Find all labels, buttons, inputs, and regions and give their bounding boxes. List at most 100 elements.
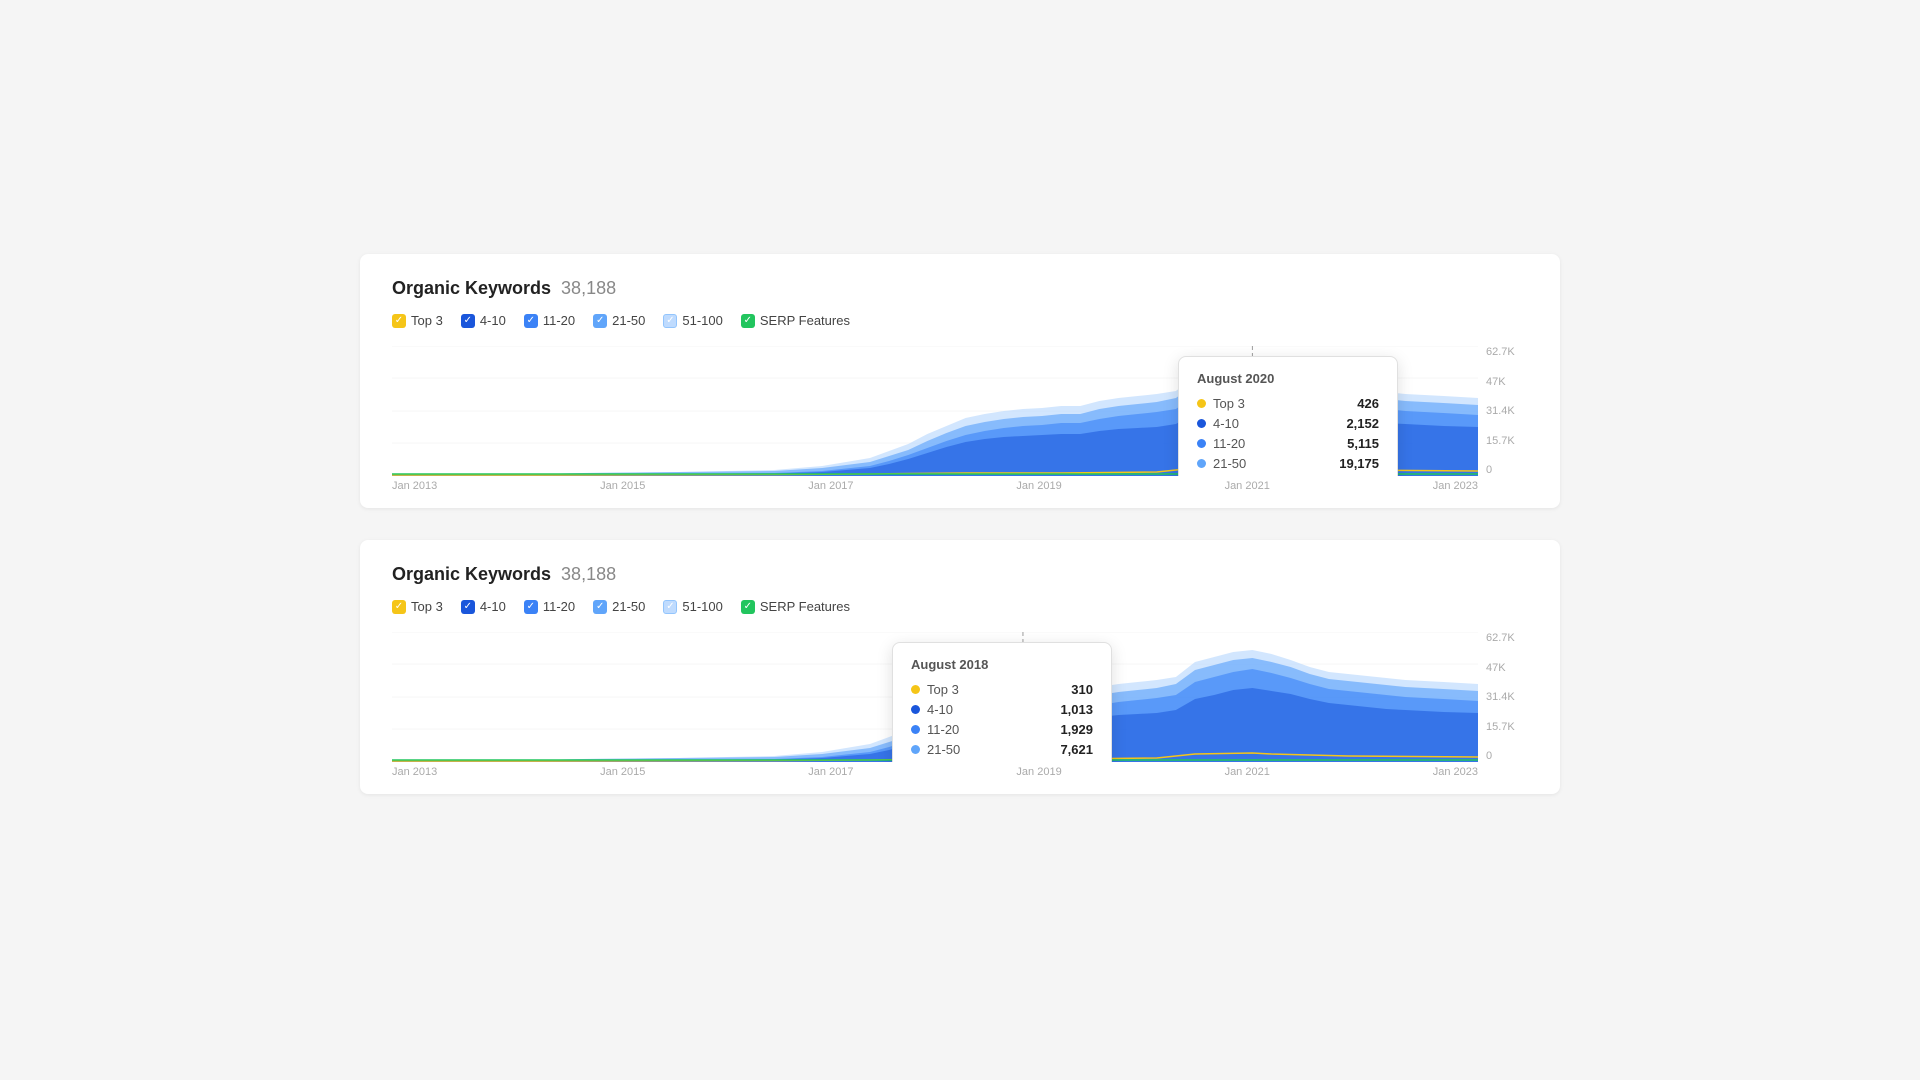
x-axis-1: Jan 2013 Jan 2015 Jan 2017 Jan 2019 Jan … bbox=[392, 480, 1478, 492]
legend-checkbox-serp-2: ✓ bbox=[741, 600, 755, 614]
tooltip-dot-1120-1 bbox=[1197, 439, 1206, 448]
x-label-2015-2: Jan 2015 bbox=[600, 766, 645, 778]
tooltip-row-2150-1: 21-50 19,175 bbox=[1197, 456, 1379, 471]
legend-checkbox-top3-1: ✓ bbox=[392, 314, 406, 328]
legend-label-serp-2: SERP Features bbox=[760, 599, 850, 614]
tooltip-label-top3-1: Top 3 bbox=[1213, 396, 1245, 411]
legend-item-2150-1[interactable]: ✓ 21-50 bbox=[593, 313, 645, 328]
tooltip-row-410-2: 4-10 1,013 bbox=[911, 702, 1093, 717]
y-label-47-2: 47K bbox=[1486, 662, 1528, 674]
chart-container-2: Organic Keywords 38,188 ✓ Top 3 ✓ 4-10 ✓… bbox=[360, 540, 1560, 794]
y-label-627-1: 62.7K bbox=[1486, 346, 1528, 358]
legend-item-1120-1[interactable]: ✓ 11-20 bbox=[524, 313, 575, 328]
chart-count-2: 38,188 bbox=[561, 564, 616, 585]
chart-container-1: Organic Keywords 38,188 ✓ Top 3 ✓ 4-10 ✓… bbox=[360, 254, 1560, 508]
legend-item-2150-2[interactable]: ✓ 21-50 bbox=[593, 599, 645, 614]
legend-label-51100-1: 51-100 bbox=[682, 313, 722, 328]
tooltip-value-top3-1: 426 bbox=[1357, 396, 1379, 411]
legend-checkbox-1120-2: ✓ bbox=[524, 600, 538, 614]
chart-title-1: Organic Keywords bbox=[392, 278, 551, 299]
legend-checkbox-2150-2: ✓ bbox=[593, 600, 607, 614]
legend-checkbox-51100-2: ✓ bbox=[663, 600, 677, 614]
y-label-47-1: 47K bbox=[1486, 376, 1528, 388]
legend-checkbox-serp-1: ✓ bbox=[741, 314, 755, 328]
x-label-2023-2: Jan 2023 bbox=[1433, 766, 1478, 778]
legend-item-top3-2[interactable]: ✓ Top 3 bbox=[392, 599, 443, 614]
y-label-0-2: 0 bbox=[1486, 750, 1528, 762]
legend-label-top3-2: Top 3 bbox=[411, 599, 443, 614]
legend-item-serp-2[interactable]: ✓ SERP Features bbox=[741, 599, 850, 614]
tooltip-row-top3-1: Top 3 426 bbox=[1197, 396, 1379, 411]
legend-checkbox-410-1: ✓ bbox=[461, 314, 475, 328]
legend-label-410-1: 4-10 bbox=[480, 313, 506, 328]
tooltip-row-top3-2: Top 3 310 bbox=[911, 682, 1093, 697]
chart-header-2: Organic Keywords 38,188 bbox=[392, 564, 1528, 585]
tooltip-row-410-1: 4-10 2,152 bbox=[1197, 416, 1379, 431]
legend-item-1120-2[interactable]: ✓ 11-20 bbox=[524, 599, 575, 614]
x-label-2019-2: Jan 2019 bbox=[1016, 766, 1061, 778]
y-axis-2: 62.7K 47K 31.4K 15.7K 0 bbox=[1478, 632, 1528, 762]
x-label-2019-1: Jan 2019 bbox=[1016, 480, 1061, 492]
tooltip-row-1120-2: 11-20 1,929 bbox=[911, 722, 1093, 737]
legend-item-51100-2[interactable]: ✓ 51-100 bbox=[663, 599, 722, 614]
tooltip-dot-2150-2 bbox=[911, 745, 920, 754]
x-label-2021-2: Jan 2021 bbox=[1225, 766, 1270, 778]
tooltip-label-410-2: 4-10 bbox=[927, 702, 953, 717]
legend-item-51100-1[interactable]: ✓ 51-100 bbox=[663, 313, 722, 328]
tooltip-1: August 2020 Top 3 426 4-10 2,152 bbox=[1178, 356, 1398, 476]
chart-count-1: 38,188 bbox=[561, 278, 616, 299]
legend-label-51100-2: 51-100 bbox=[682, 599, 722, 614]
tooltip-title-2: August 2018 bbox=[911, 657, 1093, 672]
legend-checkbox-51100-1: ✓ bbox=[663, 314, 677, 328]
tooltip-dot-top3-2 bbox=[911, 685, 920, 694]
x-label-2013-2: Jan 2013 bbox=[392, 766, 437, 778]
legend-checkbox-top3-2: ✓ bbox=[392, 600, 406, 614]
x-label-2017-1: Jan 2017 bbox=[808, 480, 853, 492]
x-label-2017-2: Jan 2017 bbox=[808, 766, 853, 778]
tooltip-row-2150-2: 21-50 7,621 bbox=[911, 742, 1093, 757]
tooltip-value-410-2: 1,013 bbox=[1060, 702, 1093, 717]
tooltip-value-2150-1: 19,175 bbox=[1339, 456, 1379, 471]
y-label-157-2: 15.7K bbox=[1486, 721, 1528, 733]
x-axis-2: Jan 2013 Jan 2015 Jan 2017 Jan 2019 Jan … bbox=[392, 766, 1478, 778]
legend-label-1120-1: 11-20 bbox=[543, 313, 575, 328]
tooltip-dot-410-2 bbox=[911, 705, 920, 714]
tooltip-label-top3-2: Top 3 bbox=[927, 682, 959, 697]
tooltip-dot-410-1 bbox=[1197, 419, 1206, 428]
chart-area-2: August 2018 Top 3 310 4-10 1,013 bbox=[392, 632, 1478, 762]
tooltip-label-1120-2: 11-20 bbox=[927, 722, 959, 737]
tooltip-value-2150-2: 7,621 bbox=[1060, 742, 1093, 757]
legend-label-top3-1: Top 3 bbox=[411, 313, 443, 328]
legend-item-410-1[interactable]: ✓ 4-10 bbox=[461, 313, 506, 328]
y-label-314-2: 31.4K bbox=[1486, 691, 1528, 703]
legend-checkbox-1120-1: ✓ bbox=[524, 314, 538, 328]
x-label-2023-1: Jan 2023 bbox=[1433, 480, 1478, 492]
x-label-2013-1: Jan 2013 bbox=[392, 480, 437, 492]
tooltip-label-1120-1: 11-20 bbox=[1213, 436, 1245, 451]
tooltip-title-1: August 2020 bbox=[1197, 371, 1379, 386]
tooltip-row-1120-1: 11-20 5,115 bbox=[1197, 436, 1379, 451]
legend-2: ✓ Top 3 ✓ 4-10 ✓ 11-20 ✓ 21-50 ✓ 51-100 … bbox=[392, 599, 1528, 614]
tooltip-value-1120-2: 1,929 bbox=[1060, 722, 1093, 737]
legend-label-2150-2: 21-50 bbox=[612, 599, 645, 614]
tooltip-value-top3-2: 310 bbox=[1071, 682, 1093, 697]
legend-item-top3-1[interactable]: ✓ Top 3 bbox=[392, 313, 443, 328]
legend-label-1120-2: 11-20 bbox=[543, 599, 575, 614]
y-label-0-1: 0 bbox=[1486, 464, 1528, 476]
x-label-2015-1: Jan 2015 bbox=[600, 480, 645, 492]
x-label-2021-1: Jan 2021 bbox=[1225, 480, 1270, 492]
legend-label-serp-1: SERP Features bbox=[760, 313, 850, 328]
legend-label-410-2: 4-10 bbox=[480, 599, 506, 614]
tooltip-label-2150-2: 21-50 bbox=[927, 742, 960, 757]
tooltip-dot-top3-1 bbox=[1197, 399, 1206, 408]
legend-label-2150-1: 21-50 bbox=[612, 313, 645, 328]
y-axis-1: 62.7K 47K 31.4K 15.7K 0 bbox=[1478, 346, 1528, 476]
legend-checkbox-410-2: ✓ bbox=[461, 600, 475, 614]
y-label-157-1: 15.7K bbox=[1486, 435, 1528, 447]
legend-item-serp-1[interactable]: ✓ SERP Features bbox=[741, 313, 850, 328]
chart-header-1: Organic Keywords 38,188 bbox=[392, 278, 1528, 299]
legend-item-410-2[interactable]: ✓ 4-10 bbox=[461, 599, 506, 614]
y-label-314-1: 31.4K bbox=[1486, 405, 1528, 417]
tooltip-dot-2150-1 bbox=[1197, 459, 1206, 468]
chart-area-1: August 2020 Top 3 426 4-10 2,152 bbox=[392, 346, 1478, 476]
